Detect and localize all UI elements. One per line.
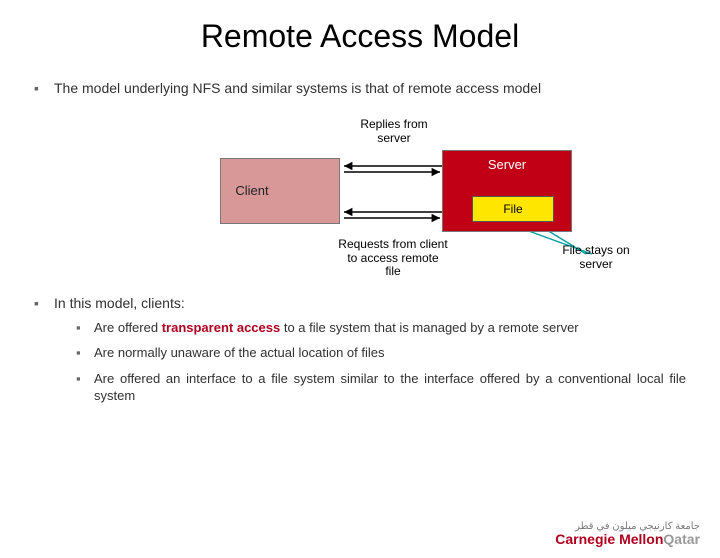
branding: جامعة كارنيجي ميلون في قطر Carnegie Mell… (555, 522, 700, 548)
client-box: Client (220, 158, 340, 224)
subbullet-3: Are offered an interface to a file syste… (76, 370, 686, 405)
replies-label: Replies from server (344, 118, 444, 146)
bullet-model-header-text: In this model, clients: (54, 295, 185, 311)
sub1c: to a file system that is managed by a re… (280, 320, 578, 335)
requests-label: Requests from client to access remote fi… (338, 238, 448, 279)
slide-body: The model underlying NFS and similar sys… (0, 79, 720, 405)
branding-cmu: Carnegie Mellon (555, 531, 663, 547)
branding-qatar: Qatar (663, 531, 700, 547)
transparent-access-emph: transparent access (162, 320, 281, 335)
bullet-model-header: In this model, clients: Are offered tran… (34, 294, 686, 405)
bullet-intro: The model underlying NFS and similar sys… (34, 79, 686, 98)
file-box: File (472, 196, 554, 222)
subbullet-1: Are offered transparent access to a file… (76, 319, 686, 337)
diagram: Client Server File Replies from server R… (34, 106, 686, 286)
slide-title: Remote Access Model (0, 18, 720, 55)
sub1a: Are offered (94, 320, 162, 335)
filestays-label: File stays on server (556, 244, 636, 272)
subbullet-2: Are normally unaware of the actual locat… (76, 344, 686, 362)
